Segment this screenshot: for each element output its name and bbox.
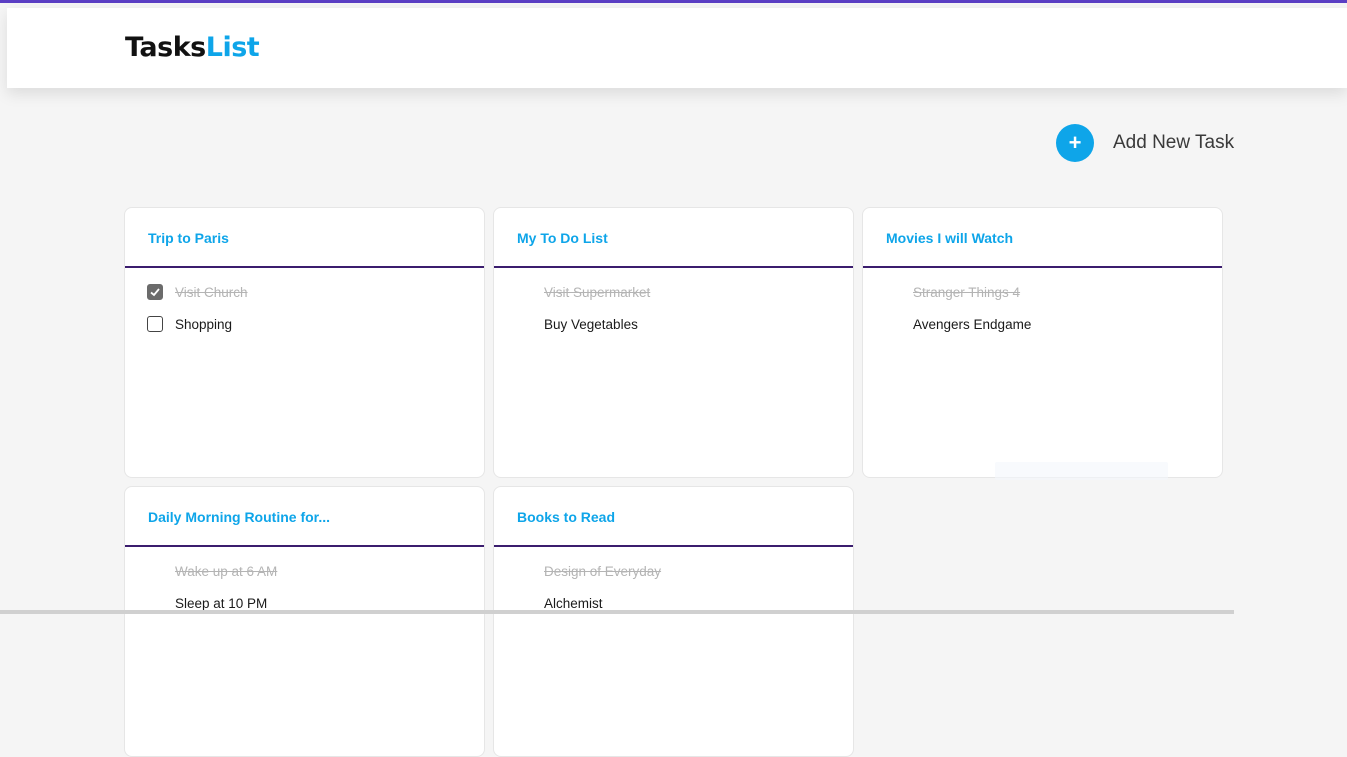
task-item[interactable]: Shopping: [147, 314, 232, 334]
plus-icon[interactable]: +: [1056, 124, 1094, 162]
task-text: Stranger Things 4: [913, 284, 1021, 300]
card-divider: [494, 545, 853, 547]
task-item[interactable]: Avengers Endgame: [885, 314, 1031, 334]
card-divider: [125, 266, 484, 268]
horizontal-scrollbar[interactable]: [0, 610, 1234, 614]
task-list-card[interactable]: Movies I will Watch Stranger Things 4 Av…: [862, 207, 1223, 478]
card-title[interactable]: Trip to Paris: [148, 230, 229, 246]
checkbox-unchecked[interactable]: [147, 316, 163, 332]
top-accent-bar: [0, 0, 1347, 3]
logo-text-tasks: Tasks: [125, 32, 206, 63]
task-item[interactable]: Wake up at 6 AM: [147, 561, 277, 581]
task-list-card[interactable]: Daily Morning Routine for... Wake up at …: [124, 486, 485, 757]
task-text: Visit Church: [175, 284, 248, 300]
task-list-card[interactable]: My To Do List Visit Supermarket Buy Vege…: [493, 207, 854, 478]
task-text: Design of Everyday: [544, 563, 662, 579]
task-text: Shopping: [175, 316, 233, 332]
task-item[interactable]: Stranger Things 4: [885, 282, 1020, 302]
task-list-card[interactable]: Trip to Paris Visit Church Shopping: [124, 207, 485, 478]
task-item[interactable]: Visit Church: [147, 282, 248, 302]
app-logo[interactable]: TasksList: [125, 32, 260, 63]
task-item[interactable]: Buy Vegetables: [516, 314, 638, 334]
task-text: Wake up at 6 AM: [175, 563, 278, 579]
card-title[interactable]: Movies I will Watch: [886, 230, 1013, 246]
task-text: Avengers Endgame: [913, 316, 1032, 332]
task-item[interactable]: Design of Everyday: [516, 561, 661, 581]
card-divider: [125, 545, 484, 547]
check-icon: [150, 288, 160, 297]
card-divider: [863, 266, 1222, 268]
card-title[interactable]: Books to Read: [517, 509, 615, 525]
card-title[interactable]: Daily Morning Routine for...: [148, 509, 330, 525]
task-text: Sleep at 10 PM: [175, 595, 268, 611]
logo-text-list: List: [205, 32, 260, 63]
card-divider: [494, 266, 853, 268]
task-text: Buy Vegetables: [544, 316, 638, 332]
app-header: TasksList: [7, 8, 1347, 88]
task-list-card[interactable]: Books to Read Design of Everyday Alchemi…: [493, 486, 854, 757]
task-item[interactable]: Visit Supermarket: [516, 282, 650, 302]
add-new-task-button[interactable]: + Add New Task: [1056, 124, 1234, 162]
drag-ghost-preview: [995, 462, 1168, 480]
add-new-task-label[interactable]: Add New Task: [1113, 132, 1234, 154]
checkbox-checked[interactable]: [147, 284, 163, 300]
task-text: Alchemist: [544, 595, 603, 611]
card-title[interactable]: My To Do List: [517, 230, 608, 246]
task-text: Visit Supermarket: [544, 284, 651, 300]
